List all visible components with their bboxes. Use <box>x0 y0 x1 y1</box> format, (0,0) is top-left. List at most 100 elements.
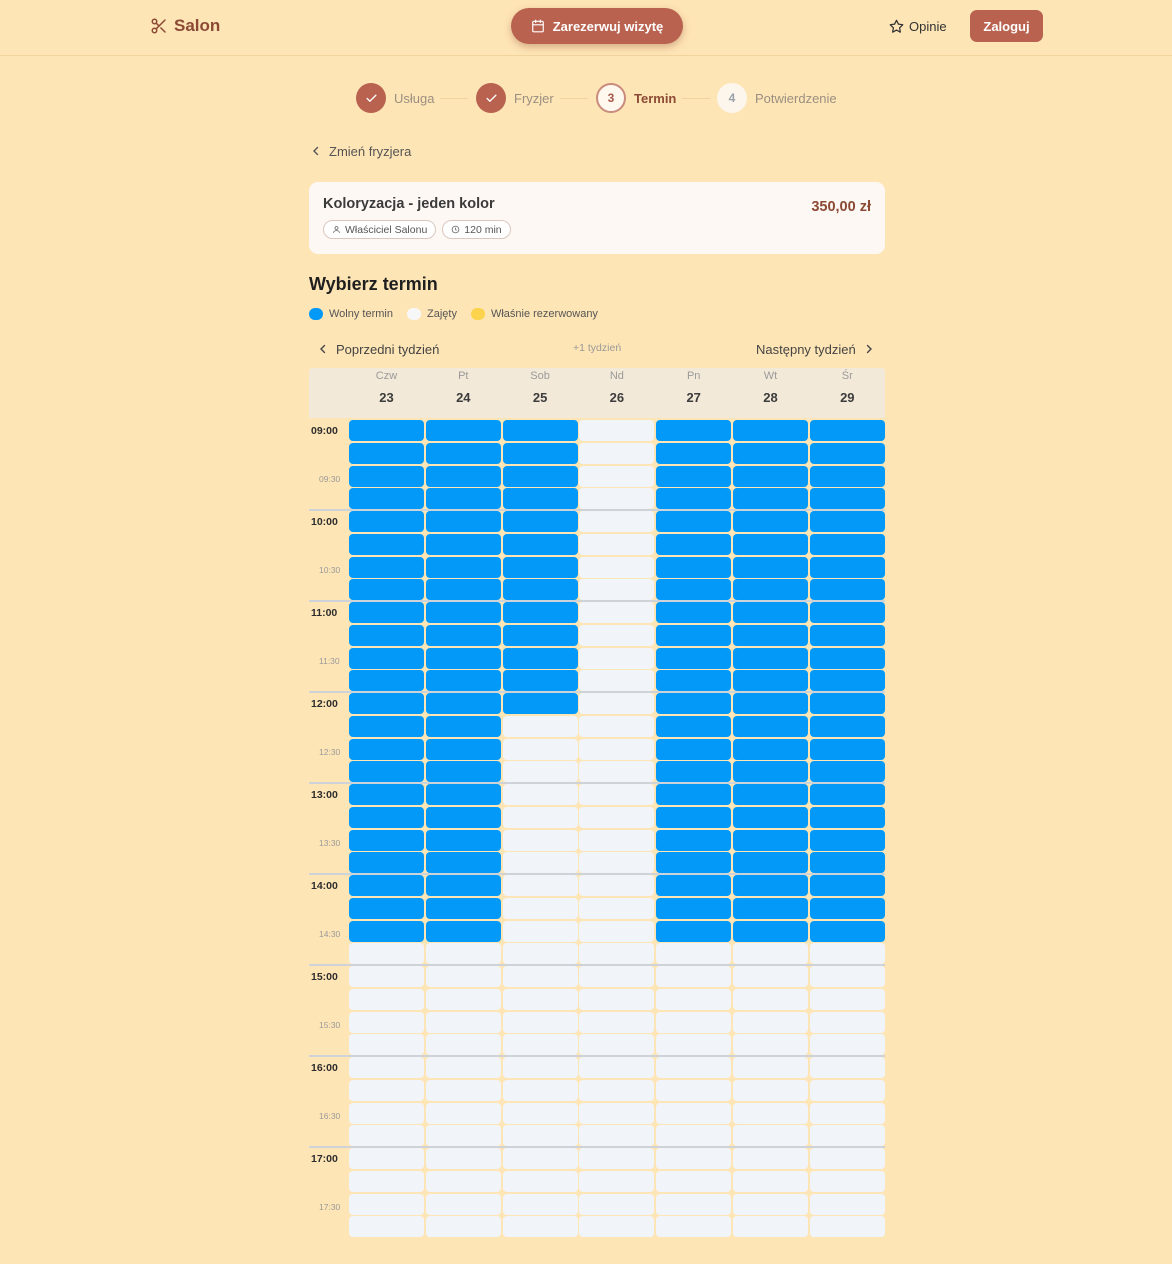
time-slot-free[interactable] <box>502 624 578 646</box>
time-slot-free[interactable] <box>656 420 732 441</box>
book-visit-button[interactable]: Zarezerwuj wizytę <box>511 8 683 44</box>
time-slot-free[interactable] <box>656 897 732 919</box>
time-slot-free[interactable] <box>809 670 885 692</box>
time-slot-free[interactable] <box>425 442 501 464</box>
time-slot-free[interactable] <box>502 488 578 510</box>
time-slot-free[interactable] <box>425 738 501 760</box>
time-slot-free[interactable] <box>349 852 424 874</box>
time-slot-free[interactable] <box>349 556 424 578</box>
time-slot-free[interactable] <box>809 511 885 532</box>
time-slot-free[interactable] <box>425 715 501 737</box>
time-slot-free[interactable] <box>349 738 424 760</box>
time-slot-free[interactable] <box>733 784 808 805</box>
time-slot-free[interactable] <box>425 897 501 919</box>
time-slot-free[interactable] <box>656 761 732 783</box>
time-slot-free[interactable] <box>733 829 808 851</box>
time-slot-free[interactable] <box>425 602 501 623</box>
time-slot-free[interactable] <box>349 533 424 555</box>
time-slot-free[interactable] <box>425 465 501 487</box>
time-slot-free[interactable] <box>733 897 808 919</box>
time-slot-free[interactable] <box>656 829 732 851</box>
time-slot-free[interactable] <box>733 488 808 510</box>
time-slot-free[interactable] <box>425 533 501 555</box>
time-slot-free[interactable] <box>733 738 808 760</box>
time-slot-free[interactable] <box>425 829 501 851</box>
login-button[interactable]: Zaloguj <box>970 10 1043 42</box>
time-slot-free[interactable] <box>656 852 732 874</box>
time-slot-free[interactable] <box>502 579 578 601</box>
time-slot-free[interactable] <box>733 465 808 487</box>
time-slot-free[interactable] <box>656 442 732 464</box>
time-slot-free[interactable] <box>809 715 885 737</box>
time-slot-free[interactable] <box>733 875 808 896</box>
previous-week-button[interactable]: Poprzedni tydzień <box>318 341 439 357</box>
time-slot-free[interactable] <box>349 806 424 828</box>
time-slot-free[interactable] <box>425 761 501 783</box>
time-slot-free[interactable] <box>809 806 885 828</box>
time-slot-free[interactable] <box>809 488 885 510</box>
time-slot-free[interactable] <box>733 693 808 714</box>
time-slot-free[interactable] <box>656 624 732 646</box>
time-slot-free[interactable] <box>733 442 808 464</box>
time-slot-free[interactable] <box>349 420 424 441</box>
step-service[interactable]: Usługa <box>356 82 434 114</box>
time-slot-free[interactable] <box>656 715 732 737</box>
time-slot-free[interactable] <box>425 511 501 532</box>
time-slot-free[interactable] <box>733 602 808 623</box>
time-slot-free[interactable] <box>349 579 424 601</box>
time-slot-free[interactable] <box>809 920 885 942</box>
time-slot-free[interactable] <box>809 761 885 783</box>
time-slot-free[interactable] <box>425 624 501 646</box>
time-slot-free[interactable] <box>502 647 578 669</box>
time-slot-free[interactable] <box>809 579 885 601</box>
time-slot-free[interactable] <box>349 784 424 805</box>
time-slot-free[interactable] <box>349 647 424 669</box>
time-slot-free[interactable] <box>349 465 424 487</box>
time-slot-free[interactable] <box>656 784 732 805</box>
time-slot-free[interactable] <box>809 624 885 646</box>
time-slot-free[interactable] <box>349 693 424 714</box>
time-slot-free[interactable] <box>349 442 424 464</box>
time-slot-free[interactable] <box>349 897 424 919</box>
time-slot-free[interactable] <box>656 693 732 714</box>
time-slot-free[interactable] <box>809 852 885 874</box>
time-slot-free[interactable] <box>425 693 501 714</box>
time-slot-free[interactable] <box>733 647 808 669</box>
time-slot-free[interactable] <box>656 670 732 692</box>
time-slot-free[interactable] <box>656 465 732 487</box>
time-slot-free[interactable] <box>656 875 732 896</box>
time-slot-free[interactable] <box>733 806 808 828</box>
time-slot-free[interactable] <box>425 920 501 942</box>
time-slot-free[interactable] <box>656 511 732 532</box>
time-slot-free[interactable] <box>349 761 424 783</box>
time-slot-free[interactable] <box>656 738 732 760</box>
change-stylist-link[interactable]: Zmień fryzjera <box>311 142 411 160</box>
time-slot-free[interactable] <box>809 693 885 714</box>
time-slot-free[interactable] <box>733 511 808 532</box>
time-slot-free[interactable] <box>656 602 732 623</box>
time-slot-free[interactable] <box>733 715 808 737</box>
time-slot-free[interactable] <box>809 442 885 464</box>
time-slot-free[interactable] <box>425 852 501 874</box>
time-slot-free[interactable] <box>425 875 501 896</box>
time-slot-free[interactable] <box>425 420 501 441</box>
time-slot-free[interactable] <box>502 670 578 692</box>
time-slot-free[interactable] <box>502 420 578 441</box>
time-slot-free[interactable] <box>425 556 501 578</box>
time-slot-free[interactable] <box>733 920 808 942</box>
time-slot-free[interactable] <box>349 488 424 510</box>
time-slot-free[interactable] <box>502 511 578 532</box>
time-slot-free[interactable] <box>425 670 501 692</box>
time-slot-free[interactable] <box>733 579 808 601</box>
time-slot-free[interactable] <box>656 533 732 555</box>
time-slot-free[interactable] <box>349 829 424 851</box>
time-slot-free[interactable] <box>809 647 885 669</box>
time-slot-free[interactable] <box>733 624 808 646</box>
time-slot-free[interactable] <box>349 624 424 646</box>
time-slot-free[interactable] <box>809 420 885 441</box>
time-slot-free[interactable] <box>502 533 578 555</box>
time-slot-free[interactable] <box>809 784 885 805</box>
time-slot-free[interactable] <box>733 556 808 578</box>
time-slot-free[interactable] <box>733 761 808 783</box>
time-slot-free[interactable] <box>656 579 732 601</box>
